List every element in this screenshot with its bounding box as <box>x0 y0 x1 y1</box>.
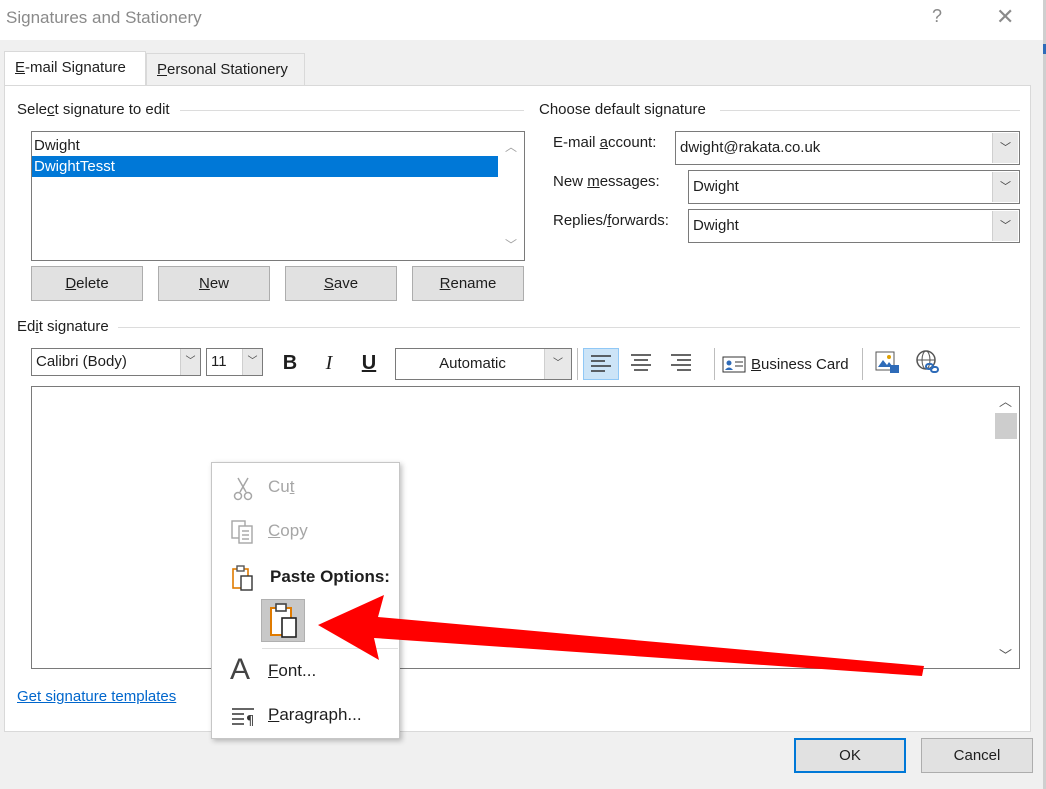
align-center-icon <box>631 354 651 371</box>
menu-item-font[interactable]: A Font... <box>212 653 399 689</box>
paste-options-icon <box>230 565 256 591</box>
chevron-down-icon[interactable]: ﹀ <box>242 349 262 375</box>
scrollbar-thumb[interactable] <box>995 413 1017 439</box>
edit-signature-heading: Edit signature <box>17 318 115 335</box>
scroll-down-icon[interactable]: ﹀ <box>505 236 517 253</box>
select-signature-heading: Select signature to edit <box>17 101 176 118</box>
hyperlink-icon <box>916 350 939 373</box>
replies-forwards-select[interactable]: Dwight ﹀ <box>688 209 1020 243</box>
chevron-down-icon[interactable]: ﹀ <box>992 172 1018 202</box>
menu-item-paste-options: Paste Options: <box>212 559 399 595</box>
font-color-select[interactable]: Automatic ﹀ <box>395 348 572 380</box>
paste-keep-formatting-icon <box>270 603 297 638</box>
insert-picture-button[interactable] <box>872 349 902 379</box>
insert-picture-icon <box>875 351 899 373</box>
italic-button[interactable]: I <box>314 348 344 378</box>
save-button[interactable]: Save <box>285 266 397 301</box>
font-size-select[interactable]: 11 ﹀ <box>206 348 263 376</box>
signature-editor[interactable]: ︿ ﹀ <box>31 386 1020 669</box>
listbox-scrollbar[interactable]: ︿ ﹀ <box>499 132 524 260</box>
email-account-label: E-mail account: <box>553 134 657 151</box>
menu-item-cut[interactable]: Cut <box>212 469 399 505</box>
list-item-selected[interactable]: DwightTesst <box>32 156 498 177</box>
scroll-down-icon[interactable]: ﹀ <box>999 645 1012 664</box>
tab-personal-stationery[interactable]: Personal Stationery <box>146 53 305 85</box>
business-card-icon <box>722 356 746 373</box>
cancel-button[interactable]: Cancel <box>921 738 1033 773</box>
font-icon: A <box>230 653 251 686</box>
menu-separator <box>262 648 398 649</box>
toolbar-separator <box>577 348 578 380</box>
signature-templates-link[interactable]: Get signature templates <box>17 688 176 705</box>
menu-item-copy[interactable]: Copy <box>212 513 399 549</box>
list-item[interactable]: Dwight <box>32 135 498 156</box>
chevron-down-icon[interactable]: ﹀ <box>544 349 571 379</box>
new-messages-label: New messages: <box>553 173 660 190</box>
tab-email-signature[interactable]: E-mail Signature <box>4 51 146 85</box>
context-menu: Cut Copy Paste Options: A Font... ¶ Para… <box>211 462 400 739</box>
scroll-up-icon[interactable]: ︿ <box>505 138 517 155</box>
svg-text:¶: ¶ <box>246 714 254 729</box>
scroll-up-icon[interactable]: ︿ <box>999 391 1012 410</box>
scissors-icon <box>230 475 256 501</box>
paste-keep-formatting-button[interactable] <box>261 599 305 642</box>
divider <box>720 110 1020 111</box>
underline-button[interactable]: U <box>354 348 384 378</box>
chevron-down-icon[interactable]: ﹀ <box>992 211 1018 241</box>
close-button[interactable]: ✕ <box>996 4 1014 30</box>
divider <box>118 327 1020 328</box>
bold-button[interactable]: B <box>275 348 305 378</box>
align-right-button[interactable] <box>663 348 699 380</box>
title-bar: Signatures and Stationery ? ✕ <box>0 0 1046 40</box>
chevron-down-icon[interactable]: ﹀ <box>992 133 1018 163</box>
new-button[interactable]: New <box>158 266 270 301</box>
toolbar-separator <box>714 348 715 380</box>
replies-forwards-label: Replies/forwards: <box>553 212 669 229</box>
chevron-down-icon[interactable]: ﹀ <box>180 349 200 375</box>
email-account-select[interactable]: dwight@rakata.co.uk ﹀ <box>675 131 1020 165</box>
divider <box>180 110 524 111</box>
toolbar-separator <box>862 348 863 380</box>
align-center-button[interactable] <box>623 348 659 380</box>
align-left-button[interactable] <box>583 348 619 380</box>
window-title: Signatures and Stationery <box>6 8 202 27</box>
align-right-icon <box>671 354 691 371</box>
editor-scrollbar[interactable]: ︿ ﹀ <box>993 387 1019 668</box>
help-button[interactable]: ? <box>932 6 942 27</box>
signature-listbox[interactable]: Dwight DwightTesst ︿ ﹀ <box>31 131 525 261</box>
rename-button[interactable]: Rename <box>412 266 524 301</box>
new-messages-select[interactable]: Dwight ﹀ <box>688 170 1020 204</box>
copy-icon <box>230 519 256 545</box>
delete-button[interactable]: Delete <box>31 266 143 301</box>
default-signature-heading: Choose default signature <box>539 101 712 118</box>
hyperlink-button[interactable] <box>912 349 942 379</box>
paragraph-icon: ¶ <box>230 703 256 729</box>
align-left-icon <box>591 355 611 372</box>
menu-item-paragraph[interactable]: ¶ Paragraph... <box>212 697 399 733</box>
ok-button[interactable]: OK <box>794 738 906 773</box>
font-select[interactable]: Calibri (Body) ﹀ <box>31 348 201 376</box>
